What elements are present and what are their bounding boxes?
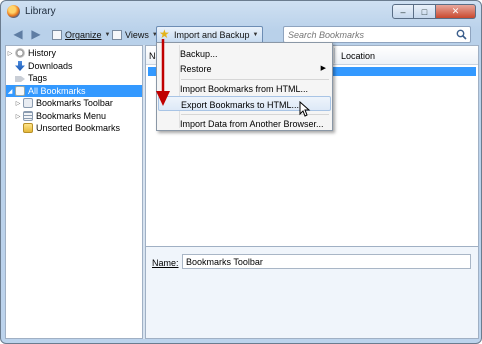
views-menu-button[interactable]: Views ▼	[109, 26, 161, 44]
menu-item-label: Restore	[180, 64, 212, 74]
menu-item-label: Export Bookmarks to HTML...	[181, 100, 300, 110]
sidebar-item-label: Bookmarks Menu	[36, 111, 107, 121]
name-label: Name:	[152, 258, 179, 268]
search-icon[interactable]	[456, 29, 467, 40]
menu-item-restore[interactable]: Restore ▶	[158, 61, 331, 76]
expand-icon[interactable]: ▷	[6, 50, 14, 57]
mouse-pointer-icon	[299, 101, 311, 117]
sidebar-item-label: All Bookmarks	[28, 86, 86, 96]
menu-item-label: Import Bookmarks from HTML...	[180, 84, 309, 94]
library-window: Library – □ ✕ ◀ ▶ Organize ▼ Views ▼ Imp…	[0, 0, 482, 344]
column-divider[interactable]	[334, 48, 335, 63]
sidebar-item-label: Tags	[28, 73, 48, 83]
menu-separator	[181, 79, 329, 80]
expand-icon[interactable]: ▷	[14, 113, 22, 120]
details-pane: Name:	[145, 247, 479, 339]
menu-item-label: Import Data from Another Browser...	[180, 119, 324, 129]
bookmarks-folder-icon	[15, 86, 25, 96]
window-controls: – □ ✕	[392, 4, 476, 19]
sidebar-item-label: Downloads	[28, 61, 73, 71]
menu-item-backup[interactable]: Backup...	[158, 46, 331, 61]
organize-icon	[52, 30, 62, 40]
search-input[interactable]	[288, 29, 448, 41]
menu-item-import-html[interactable]: Import Bookmarks from HTML...	[158, 81, 331, 96]
window-title: Library	[25, 6, 56, 17]
chevron-down-icon: ▼	[252, 32, 259, 38]
close-button[interactable]: ✕	[436, 4, 476, 19]
organize-menu-button[interactable]: Organize ▼	[49, 26, 113, 44]
forward-arrow-icon[interactable]: ▶	[29, 27, 43, 41]
download-arrow-icon	[15, 61, 25, 71]
sidebar-item-label: Bookmarks Toolbar	[36, 98, 113, 108]
annotation-arrow-icon	[156, 39, 170, 106]
sidebar-tree: ▷ History Downloads Tags ◢ All Bookmarks…	[5, 45, 143, 339]
sidebar-item-tags[interactable]: Tags	[6, 72, 142, 84]
unsorted-folder-icon	[23, 123, 33, 133]
import-backup-dropdown-menu: Backup... Restore ▶ Import Bookmarks fro…	[156, 42, 333, 131]
column-header-location[interactable]: Location	[341, 51, 375, 61]
tag-icon	[15, 76, 25, 82]
sidebar-item-label: History	[28, 48, 57, 58]
expand-icon[interactable]: ▷	[14, 100, 22, 107]
views-label: Views	[125, 30, 149, 40]
sidebar-item-downloads[interactable]: Downloads	[6, 60, 142, 72]
clock-icon	[15, 48, 25, 58]
menu-item-label: Backup...	[180, 49, 218, 59]
title-bar[interactable]: Library – □ ✕	[1, 1, 481, 23]
sidebar-item-bookmarks-toolbar[interactable]: ▷ Bookmarks Toolbar	[6, 97, 142, 109]
menu-folder-icon	[23, 111, 33, 121]
toolbar-folder-icon	[23, 98, 33, 108]
firefox-icon	[7, 5, 20, 18]
import-and-backup-label: Import and Backup	[174, 30, 250, 40]
submenu-arrow-icon: ▶	[320, 65, 326, 72]
organize-label: Organize	[65, 30, 102, 40]
menu-item-import-other-browser[interactable]: Import Data from Another Browser...	[158, 116, 331, 131]
sidebar-item-history[interactable]: ▷ History	[6, 47, 142, 59]
sidebar-item-unsorted-bookmarks[interactable]: Unsorted Bookmarks	[6, 122, 142, 134]
search-box[interactable]	[283, 26, 471, 43]
collapse-icon[interactable]: ◢	[6, 88, 14, 95]
sidebar-item-label: Unsorted Bookmarks	[36, 123, 121, 133]
minimize-button[interactable]: –	[392, 4, 414, 19]
maximize-button[interactable]: □	[414, 4, 436, 19]
sidebar-item-bookmarks-menu[interactable]: ▷ Bookmarks Menu	[6, 110, 142, 122]
name-field[interactable]	[182, 254, 471, 269]
back-arrow-icon[interactable]: ◀	[11, 27, 25, 41]
views-icon	[112, 30, 122, 40]
sidebar-item-all-bookmarks[interactable]: ◢ All Bookmarks	[6, 85, 142, 97]
